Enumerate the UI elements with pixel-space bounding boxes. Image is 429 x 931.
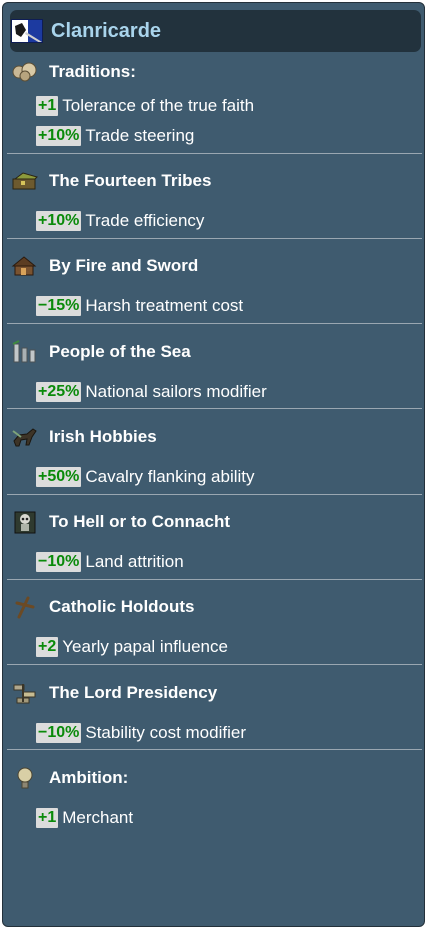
effect-label: Trade efficiency (85, 211, 205, 230)
effect-value: +2 (36, 637, 59, 657)
effect-label: Stability cost modifier (85, 723, 246, 742)
effect-value: −10% (36, 723, 82, 743)
section-title: The Fourteen Tribes (49, 171, 212, 190)
divider (7, 494, 422, 495)
effect-row: +1 Tolerance of the true faith (36, 96, 254, 118)
divider (7, 579, 422, 580)
section-title: Ambition: (49, 768, 129, 787)
skull-attrition-icon (11, 510, 39, 534)
effect-label: Harsh treatment cost (85, 296, 244, 315)
effect-value: −15% (36, 296, 82, 316)
divider (7, 749, 422, 750)
effect-value: +1 (36, 96, 59, 116)
effect-row: +10% Trade efficiency (36, 211, 204, 233)
effect-label: Tolerance of the true faith (62, 96, 255, 115)
divider (7, 408, 422, 409)
effect-row: −10% Land attrition (36, 552, 184, 574)
effect-value: +25% (36, 382, 82, 402)
stability-coins-icon (11, 681, 39, 705)
effect-label: National sailors modifier (85, 382, 267, 401)
burning-house-icon (11, 254, 39, 278)
divider (7, 664, 422, 665)
effect-value: +50% (36, 467, 82, 487)
effect-label: Yearly papal influence (62, 637, 228, 656)
effect-row: −10% Stability cost modifier (36, 723, 246, 745)
effect-label: Land attrition (85, 552, 184, 571)
country-name: Clanricarde (51, 20, 162, 42)
effect-row: +1 Merchant (36, 808, 133, 830)
country-flag (11, 19, 43, 43)
cross-icon (11, 595, 39, 619)
trade-chest-icon (11, 169, 39, 193)
divider (7, 323, 422, 324)
ideas-panel: Clanricarde Traditions: +1 Tolerance of t… (2, 2, 425, 927)
cavalry-icon (11, 425, 39, 449)
effect-row: −15% Harsh treatment cost (36, 296, 243, 318)
divider (7, 153, 422, 154)
section-title: To Hell or to Connacht (49, 512, 231, 531)
effect-label: Trade steering (85, 126, 195, 145)
effect-label: Cavalry flanking ability (85, 467, 255, 486)
section-title: Catholic Holdouts (49, 597, 195, 616)
sailors-icon (11, 340, 39, 364)
lightbulb-icon (11, 766, 39, 790)
section-title: By Fire and Sword (49, 256, 199, 275)
effect-value: +10% (36, 126, 82, 146)
effect-label: Merchant (62, 808, 134, 827)
traditions-icon (11, 60, 39, 84)
effect-row: +50% Cavalry flanking ability (36, 467, 255, 489)
effect-value: +1 (36, 808, 59, 828)
effect-row: +2 Yearly papal influence (36, 637, 228, 659)
effect-value: +10% (36, 211, 82, 231)
section-title: Traditions: (49, 62, 136, 81)
divider (7, 238, 422, 239)
effect-value: −10% (36, 552, 82, 572)
section-title: The Lord Presidency (49, 683, 218, 702)
section-title: Irish Hobbies (49, 427, 157, 446)
effect-row: +10% Trade steering (36, 126, 194, 148)
section-title: People of the Sea (49, 342, 191, 361)
effect-row: +25% National sailors modifier (36, 382, 267, 404)
